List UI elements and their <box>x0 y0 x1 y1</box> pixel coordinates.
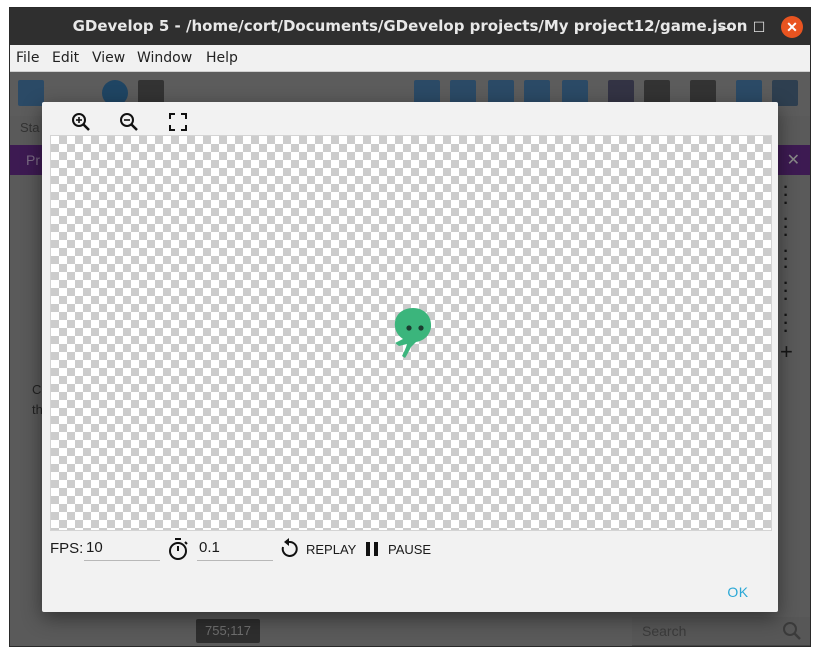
animation-preview-dialog: FPS: 10 0.1 REPLAY PAUSE OK <box>42 102 778 612</box>
add-icon[interactable]: + <box>780 339 793 365</box>
pause-button[interactable]: PAUSE <box>364 536 431 562</box>
search-field[interactable]: Search <box>632 617 810 646</box>
window-title: GDevelop 5 - /home/cort/Documents/GDevel… <box>72 17 748 35</box>
project-manager-icon[interactable] <box>18 80 44 106</box>
search-placeholder: Search <box>642 623 687 639</box>
close-tab-icon[interactable]: ✕ <box>787 150 800 170</box>
menu-help[interactable]: Help <box>206 50 238 66</box>
search-icon <box>782 621 802 644</box>
animated-sprite <box>394 308 432 358</box>
more-options-icon[interactable]: · · · <box>780 308 792 340</box>
more-options-icon[interactable]: · · · <box>780 180 792 212</box>
frame-time-input[interactable]: 0.1 <box>197 536 273 561</box>
replay-label: REPLAY <box>306 541 357 557</box>
close-window-button[interactable]: ✕ <box>781 16 803 38</box>
fullscreen-icon <box>169 113 187 131</box>
more-options-icon[interactable]: · · · <box>780 276 792 308</box>
zoom-fit-button[interactable] <box>164 108 192 136</box>
replay-icon <box>281 538 298 557</box>
more-options-icon[interactable]: · · · <box>780 212 792 244</box>
fps-input[interactable]: 10 <box>84 536 160 561</box>
zoom-out-button[interactable] <box>115 108 143 136</box>
playback-controls: FPS: 10 0.1 REPLAY PAUSE <box>42 534 778 564</box>
menu-file[interactable]: File <box>16 50 39 66</box>
pause-label: PAUSE <box>388 541 432 557</box>
tab-label[interactable]: Pr <box>26 152 40 168</box>
menu-view[interactable]: View <box>92 50 125 66</box>
minimize-button[interactable]: — <box>714 16 736 38</box>
menu-edit[interactable]: Edit <box>52 50 79 66</box>
zoom-in-icon <box>72 113 90 131</box>
empty-state-text-1: C <box>32 382 42 397</box>
fps-label: FPS: <box>50 540 84 557</box>
more-options-icon[interactable]: · · · <box>780 244 792 276</box>
zoom-out-icon <box>120 113 138 131</box>
timer-icon <box>166 537 190 565</box>
title-bar: GDevelop 5 - /home/cort/Documents/GDevel… <box>10 8 810 45</box>
ok-button[interactable]: OK <box>718 580 758 604</box>
status-text: Sta <box>20 120 40 135</box>
pause-icon <box>366 542 378 556</box>
replay-button[interactable]: REPLAY <box>278 536 356 562</box>
menu-bar: File Edit View Window Help <box>10 45 810 72</box>
cursor-coordinates: 755;117 <box>196 619 260 643</box>
maximize-button[interactable]: ☐ <box>748 16 770 38</box>
preview-canvas <box>50 135 772 531</box>
zoom-in-button[interactable] <box>67 108 95 136</box>
menu-window[interactable]: Window <box>137 50 192 66</box>
